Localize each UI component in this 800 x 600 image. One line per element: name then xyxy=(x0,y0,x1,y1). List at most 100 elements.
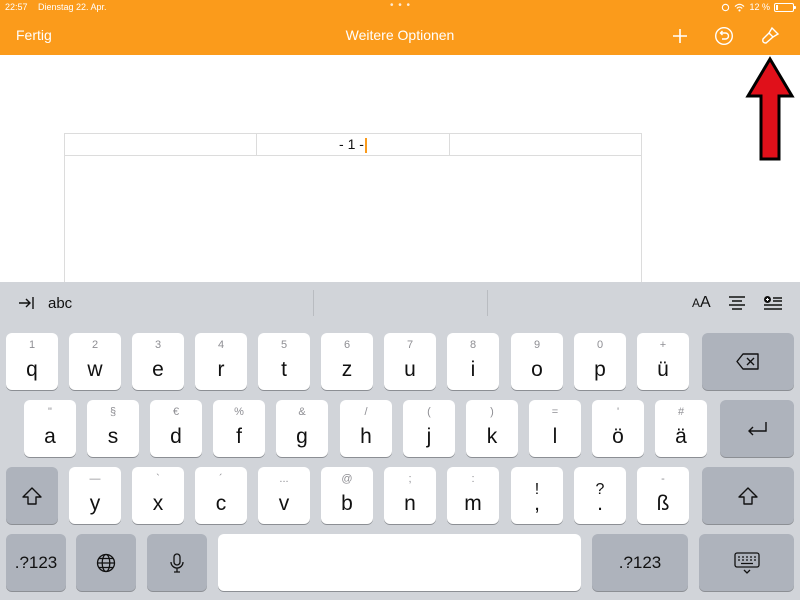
key-label: d xyxy=(170,425,182,448)
header-cell-right[interactable] xyxy=(450,134,641,155)
key-alt: = xyxy=(551,406,559,418)
key-label: j xyxy=(426,425,432,448)
key-o[interactable]: 9o xyxy=(511,333,563,390)
delete-key[interactable] xyxy=(702,333,794,390)
key-label: u xyxy=(404,358,416,381)
battery-icon xyxy=(774,2,796,12)
key-u[interactable]: 7u xyxy=(384,333,436,390)
key-s[interactable]: § s xyxy=(87,400,139,457)
wifi-icon xyxy=(735,3,745,12)
key-label: c xyxy=(215,492,227,515)
return-key[interactable] xyxy=(720,400,794,457)
key-q[interactable]: 1q xyxy=(6,333,58,390)
paintbrush-icon[interactable] xyxy=(758,24,782,48)
key-ue[interactable]: + ü xyxy=(637,333,689,390)
key-alt: 1 xyxy=(28,339,36,351)
key-a[interactable]: " a xyxy=(24,400,76,457)
key-alt: 9 xyxy=(533,339,541,351)
key-n[interactable]: ; n xyxy=(384,467,436,524)
key-z[interactable]: 6z xyxy=(321,333,373,390)
globe-key[interactable] xyxy=(76,534,136,591)
shift-icon xyxy=(702,467,794,524)
header-cell-center[interactable]: - 1 - xyxy=(257,134,450,155)
tab-key-icon[interactable] xyxy=(18,282,36,324)
key-i[interactable]: 8i xyxy=(447,333,499,390)
hide-keyboard-key[interactable] xyxy=(699,534,794,591)
key-k[interactable]: ) k xyxy=(466,400,518,457)
key-v[interactable]: ... v xyxy=(258,467,310,524)
key-r[interactable]: 4r xyxy=(195,333,247,390)
dictation-key[interactable] xyxy=(147,534,207,591)
key-alt: # xyxy=(677,406,685,418)
key-e[interactable]: 3e xyxy=(132,333,184,390)
insert-icon[interactable] xyxy=(763,282,783,324)
key-period[interactable]: ?. xyxy=(574,467,626,524)
key-label: ä xyxy=(675,425,687,448)
shift-key-right[interactable] xyxy=(702,467,794,524)
key-g[interactable]: & g xyxy=(276,400,328,457)
key-j[interactable]: (j xyxy=(403,400,455,457)
key-alt: + xyxy=(659,339,667,351)
key-label: v xyxy=(278,492,290,515)
key-label: e xyxy=(152,358,164,381)
key-alt: / xyxy=(364,406,368,418)
key-f[interactable]: % f xyxy=(213,400,265,457)
navigation-bar: 22:57 Dienstag 22. Apr. • • • 12 % Ferti… xyxy=(0,0,800,55)
font-size-large-a: A xyxy=(700,294,711,311)
key-label: a xyxy=(44,425,56,448)
return-icon xyxy=(720,400,794,457)
key-label: m xyxy=(464,492,482,515)
key-d[interactable]: € d xyxy=(150,400,202,457)
key-label: , xyxy=(534,492,540,515)
key-b[interactable]: @ b xyxy=(321,467,373,524)
multitasking-dots-icon[interactable]: • • • xyxy=(390,0,411,11)
key-label: x xyxy=(152,492,164,515)
key-alt: 8 xyxy=(469,339,477,351)
key-p[interactable]: 0p xyxy=(574,333,626,390)
paragraph-style-button[interactable]: abc xyxy=(48,282,72,324)
globe-icon xyxy=(76,534,136,591)
key-t[interactable]: 5t xyxy=(258,333,310,390)
divider xyxy=(487,290,488,316)
status-time: 22:57 xyxy=(5,2,28,12)
header-table[interactable]: - 1 - xyxy=(65,134,641,156)
key-ae[interactable]: # ä xyxy=(655,400,707,457)
key-alt: 5 xyxy=(280,339,288,351)
key-m[interactable]: :m xyxy=(447,467,499,524)
key-alt: 4 xyxy=(217,339,225,351)
key-alt: € xyxy=(172,406,180,418)
numbers-key-right[interactable]: .?123 xyxy=(592,534,688,591)
key-label: h xyxy=(360,425,372,448)
key-y[interactable]: — y xyxy=(69,467,121,524)
key-alt: ; xyxy=(408,473,412,485)
orientation-lock-icon xyxy=(722,3,730,11)
key-w[interactable]: 2w xyxy=(69,333,121,390)
backspace-icon xyxy=(702,333,794,390)
add-icon[interactable] xyxy=(668,24,692,48)
battery-percentage: 12 % xyxy=(749,2,770,12)
key-alt: % xyxy=(234,406,244,418)
space-bar[interactable] xyxy=(218,534,581,591)
shift-key-left[interactable] xyxy=(6,467,58,524)
key-h[interactable]: / h xyxy=(340,400,392,457)
key-oe[interactable]: ' ö xyxy=(592,400,644,457)
key-comma[interactable]: !, xyxy=(511,467,563,524)
numbers-key-left[interactable]: .?123 xyxy=(6,534,66,591)
key-alt: ( xyxy=(427,406,431,418)
key-l[interactable]: = l xyxy=(529,400,581,457)
key-label: k xyxy=(486,425,498,448)
undo-icon[interactable] xyxy=(712,24,736,48)
font-size-button[interactable]: AA xyxy=(692,282,711,324)
key-label: y xyxy=(89,492,101,515)
key-eszett[interactable]: -ß xyxy=(637,467,689,524)
key-label: .?123 xyxy=(14,553,58,572)
divider xyxy=(313,290,314,316)
key-x[interactable]: ` x xyxy=(132,467,184,524)
align-center-icon[interactable] xyxy=(728,282,746,324)
key-alt: ´ xyxy=(219,473,223,485)
document-page[interactable]: - 1 - xyxy=(64,133,642,283)
key-c[interactable]: ´ c xyxy=(195,467,247,524)
key-label: f xyxy=(236,425,242,448)
shift-icon xyxy=(6,467,58,524)
header-cell-left[interactable] xyxy=(65,134,258,155)
